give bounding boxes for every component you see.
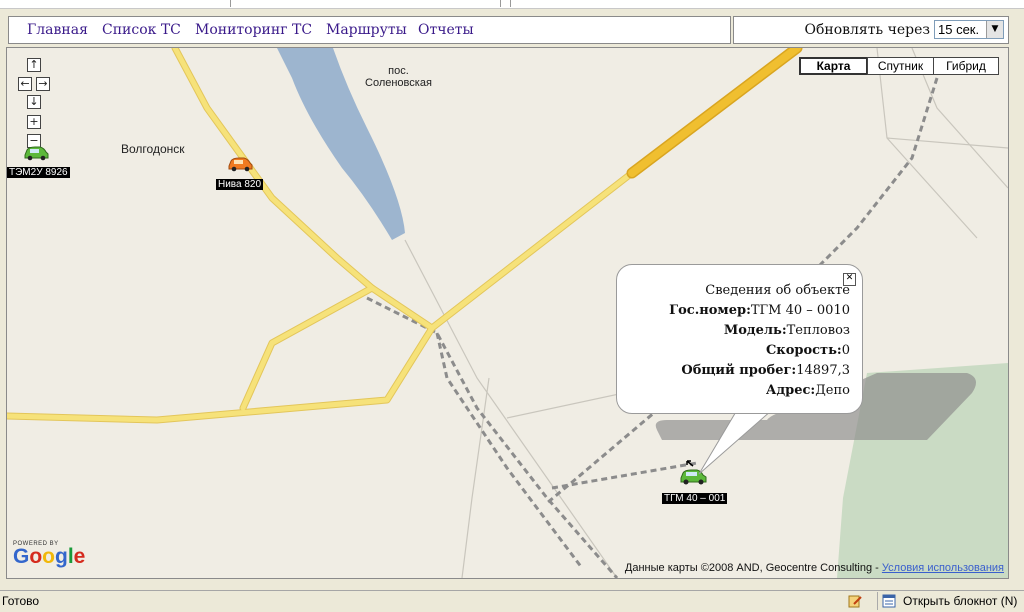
pan-up-button[interactable]: ↑ <box>27 58 41 72</box>
map-type-hybrid[interactable]: Гибрид <box>933 57 999 75</box>
map-copyright: Данные карты ©2008 AND, Geocentre Consul… <box>625 562 1004 574</box>
main-nav: Главная Список ТС Мониторинг ТС Маршруты… <box>8 16 731 44</box>
map-type-satellite[interactable]: Спутник <box>867 57 934 75</box>
pan-down-button[interactable]: ↓ <box>27 95 41 109</box>
zoom-in-button[interactable]: + <box>27 115 41 129</box>
info-address: Адрес:Депо <box>766 383 850 398</box>
info-speed-label: Скорость: <box>765 343 842 358</box>
nav-vehicle-monitoring[interactable]: Мониторинг ТС <box>195 22 312 38</box>
info-speed: Скорость:0 <box>766 343 850 358</box>
map-view[interactable]: ↑ ← → ↓ + − Карта Спутник Гибрид Волгодо… <box>6 47 1009 579</box>
vehicle-info-window: ✕ Сведения об объекте Гос.номер:ТГМ 40 –… <box>616 264 863 414</box>
nav-reports[interactable]: Отчеты <box>418 22 474 38</box>
pan-left-button[interactable]: ← <box>18 77 32 91</box>
info-mileage-value: 14897,3 <box>796 363 850 378</box>
browser-toolbar-remnant <box>0 0 1024 9</box>
vehicle-label[interactable]: ТГМ 40 – 001 <box>662 493 728 504</box>
pan-right-button[interactable]: → <box>36 77 50 91</box>
google-logo[interactable]: POWERED BY Google <box>13 541 85 567</box>
info-speed-value: 0 <box>841 343 850 358</box>
info-mileage: Общий пробег:14897,3 <box>681 363 850 378</box>
refresh-panel: Обновлять через 15 сек. ▼ <box>733 16 1009 44</box>
chevron-down-icon[interactable]: ▼ <box>986 21 1003 38</box>
info-plate: Гос.номер:ТГМ 40 – 0010 <box>669 303 850 318</box>
orange-car-icon[interactable] <box>227 156 253 172</box>
nav-routes[interactable]: Маршруты <box>326 22 407 38</box>
refresh-label: Обновлять через <box>804 22 930 38</box>
google-wordmark: Google <box>13 545 86 568</box>
info-mileage-label: Общий пробег: <box>681 363 797 378</box>
status-bar: Готово Открыть блокнот (N) <box>0 590 1024 612</box>
info-title: Сведения об объекте <box>705 283 850 298</box>
info-model-value: Тепловоз <box>786 323 850 338</box>
status-text: Готово <box>2 594 40 608</box>
place-volgodonsk: Волгодонск <box>121 142 185 156</box>
open-notepad-button[interactable]: Открыть блокнот (N) <box>877 592 1021 610</box>
place-solenovskaya: пос. Соленовская <box>365 65 432 89</box>
nav-home[interactable]: Главная <box>27 22 88 38</box>
nav-vehicle-list[interactable]: Список ТС <box>102 22 181 38</box>
terms-of-use-link[interactable]: Условия использования <box>882 562 1004 574</box>
green-car-icon[interactable] <box>23 145 49 161</box>
refresh-interval-value: 15 сек. <box>938 22 980 37</box>
vehicle-label[interactable]: ТЭМ2У 8926 <box>7 167 70 178</box>
edit-note-icon[interactable] <box>848 594 862 608</box>
info-plate-value: ТГМ 40 – 0010 <box>750 303 850 318</box>
vehicle-label[interactable]: Нива 820 <box>216 179 264 190</box>
info-model-label: Модель: <box>723 323 787 338</box>
infowindow-tail <box>698 410 773 475</box>
notepad-icon <box>882 594 896 608</box>
info-model: Модель:Тепловоз <box>724 323 850 338</box>
info-address-value: Депо <box>815 383 850 398</box>
copyright-text: Данные карты ©2008 AND, Geocentre Consul… <box>624 562 879 574</box>
refresh-interval-select[interactable]: 15 сек. ▼ <box>934 20 1004 39</box>
info-plate-label: Гос.номер: <box>669 303 751 318</box>
open-notepad-label: Открыть блокнот (N) <box>903 594 1018 608</box>
info-address-label: Адрес: <box>765 383 816 398</box>
map-type-map[interactable]: Карта <box>799 57 868 75</box>
